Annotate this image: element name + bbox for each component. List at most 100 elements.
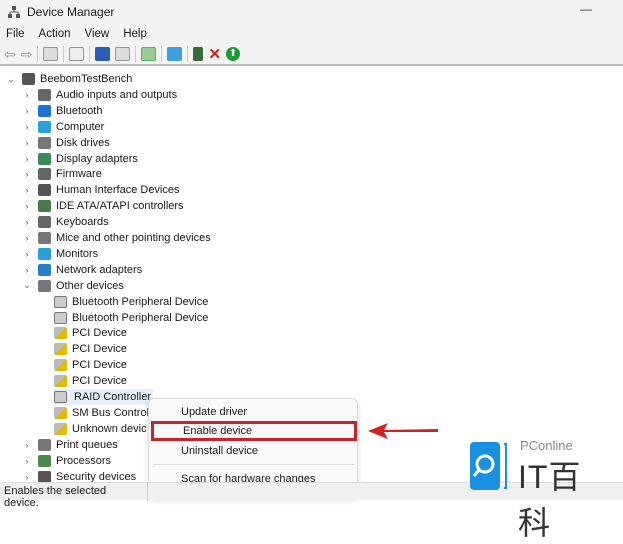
tree-item-label: RAID Controller xyxy=(74,391,152,403)
device-category-icon xyxy=(38,470,51,483)
tree-item-label: Human Interface Devices xyxy=(56,184,180,197)
device-category-icon xyxy=(38,168,51,181)
chevron-right-icon[interactable]: › xyxy=(22,201,32,211)
chevron-right-icon[interactable]: › xyxy=(22,456,32,466)
menu-separator xyxy=(153,464,355,465)
tree-item-human-interface-devices[interactable]: › Human Interface Devices xyxy=(22,182,180,198)
watermark-brand: PConline xyxy=(520,438,573,453)
window-title: Device Manager xyxy=(27,5,115,19)
chevron-right-icon[interactable]: › xyxy=(22,249,32,259)
menu-file[interactable]: File xyxy=(6,28,25,40)
menu-action[interactable]: Action xyxy=(39,28,71,40)
warning-device-icon xyxy=(54,343,67,356)
tree-item-label: Firmware xyxy=(56,168,102,181)
tree-item-other-devices[interactable]: ⌄ Other devices xyxy=(22,278,124,294)
tree-item-mice-and-other-pointing-devices[interactable]: › Mice and other pointing devices xyxy=(22,230,211,246)
menu-view[interactable]: View xyxy=(85,28,110,40)
tree-item-monitors[interactable]: › Monitors xyxy=(22,246,98,262)
tree-item-pci-device[interactable]: PCI Device xyxy=(54,341,127,357)
tree-item-network-adapters[interactable]: › Network adapters xyxy=(22,262,142,278)
tree-item-bluetooth-peripheral-device[interactable]: Bluetooth Peripheral Device xyxy=(54,294,208,310)
tree-item-label: BeebomTestBench xyxy=(40,73,133,85)
tree-item-label: Monitors xyxy=(56,247,99,260)
chevron-right-icon[interactable]: › xyxy=(22,217,32,227)
device-category-icon xyxy=(38,136,51,149)
chevron-right-icon[interactable]: › xyxy=(22,154,32,164)
tree-item-display-adapters[interactable]: › Display adapters xyxy=(22,151,138,167)
menu-item-uninstall-device[interactable]: Uninstall device xyxy=(153,441,355,461)
properties-icon[interactable] xyxy=(69,47,85,61)
chevron-right-icon[interactable]: › xyxy=(22,90,32,100)
status-text: Enables the selected device. xyxy=(0,483,148,509)
menu-help[interactable]: Help xyxy=(123,28,147,40)
tree-item-label: Other devices xyxy=(56,279,124,292)
chevron-down-icon[interactable]: ⌄ xyxy=(22,280,32,291)
chevron-right-icon[interactable]: › xyxy=(22,233,32,243)
device-category-icon xyxy=(38,184,51,197)
minimize-button[interactable]: — xyxy=(580,2,592,16)
tree-item-pci-device[interactable]: PCI Device xyxy=(54,357,127,373)
warning-device-icon xyxy=(54,422,67,435)
chevron-right-icon[interactable]: › xyxy=(22,138,32,148)
chevron-right-icon[interactable]: › xyxy=(22,472,32,482)
title-bar: Device Manager — xyxy=(0,0,623,24)
tree-item-print-queues[interactable]: › Print queues xyxy=(22,437,118,453)
forward-icon[interactable]: ⇨ xyxy=(21,46,33,63)
tree-item-unknown-devic[interactable]: Unknown devic xyxy=(54,421,147,437)
tree-item-bluetooth[interactable]: › Bluetooth xyxy=(22,103,102,119)
enable-device-icon[interactable]: ⬆ xyxy=(226,47,241,61)
tree-item-processors[interactable]: › Processors xyxy=(22,453,111,469)
chevron-right-icon[interactable]: › xyxy=(22,265,32,275)
tree-item-sm-bus-controll[interactable]: SM Bus Controll xyxy=(54,405,151,421)
device-manager-icon xyxy=(8,6,20,18)
tree-item-label: PCI Device xyxy=(72,343,128,356)
tree-item-keyboards[interactable]: › Keyboards xyxy=(22,214,109,230)
show-hide-tree-icon[interactable] xyxy=(43,47,59,61)
tree-item-label: IDE ATA/ATAPI controllers xyxy=(56,200,184,213)
tree-item-label: Mice and other pointing devices xyxy=(56,232,211,244)
tree-item-raid-controller[interactable]: RAID Controller xyxy=(54,389,154,405)
warning-device-icon xyxy=(54,359,67,372)
menu-bar: File Action View Help xyxy=(0,24,623,44)
tree-item-bluetooth-peripheral-device[interactable]: Bluetooth Peripheral Device xyxy=(54,310,208,326)
toolbar: ⇦ ⇨ ✕ ⬆ xyxy=(0,44,623,66)
chevron-right-icon[interactable]: › xyxy=(22,169,32,179)
chevron-down-icon[interactable]: ⌄ xyxy=(6,74,16,85)
tree-item-label: Keyboards xyxy=(56,216,109,229)
tree-item-beebomtestbench[interactable]: ⌄ BeebomTestBench xyxy=(6,71,132,87)
device-category-icon xyxy=(38,200,51,213)
tree-item-label: PCI Device xyxy=(72,327,128,340)
tree-item-ide-ata-atapi-controllers[interactable]: › IDE ATA/ATAPI controllers xyxy=(22,198,184,214)
tree-item-computer[interactable]: › Computer xyxy=(22,119,104,135)
red-arrow-annotation xyxy=(368,423,438,439)
view-icon[interactable] xyxy=(115,47,131,61)
chevron-right-icon[interactable]: › xyxy=(22,122,32,132)
pconline-watermark: PConline IT百科 xyxy=(470,438,610,541)
tree-item-audio-inputs-and-outputs[interactable]: › Audio inputs and outputs xyxy=(22,87,177,103)
chevron-right-icon[interactable]: › xyxy=(22,440,32,450)
pconline-logo-icon xyxy=(470,442,507,490)
tree-item-label: PCI Device xyxy=(72,375,128,388)
chevron-right-icon[interactable]: › xyxy=(22,106,32,116)
tree-item-pci-device[interactable]: PCI Device xyxy=(54,373,127,389)
back-icon[interactable]: ⇦ xyxy=(4,46,16,63)
separator xyxy=(63,46,65,62)
tree-item-pci-device[interactable]: PCI Device xyxy=(54,325,127,341)
uninstall-icon[interactable]: ✕ xyxy=(208,45,221,63)
tree-item-disk-drives[interactable]: › Disk drives xyxy=(22,135,110,151)
chevron-right-icon[interactable]: › xyxy=(22,185,32,195)
tree-item-label: Network adapters xyxy=(56,263,143,276)
add-driver-icon[interactable] xyxy=(193,47,204,61)
menu-item-update-driver[interactable]: Update driver xyxy=(153,402,355,422)
menu-item-enable-device[interactable]: Enable device xyxy=(151,421,357,441)
disabled-device-icon xyxy=(54,311,67,324)
tree-item-firmware[interactable]: › Firmware xyxy=(22,166,102,182)
separator xyxy=(135,46,137,62)
tree-item-label: Bluetooth Peripheral Device xyxy=(72,311,209,324)
tree-item-label: SM Bus Controll xyxy=(72,406,152,419)
update-driver-icon[interactable] xyxy=(141,47,157,61)
help-icon[interactable] xyxy=(95,47,111,61)
scan-hardware-icon[interactable] xyxy=(167,47,183,61)
tree-item-label: Disk drives xyxy=(56,136,110,149)
device-category-icon xyxy=(38,152,51,165)
